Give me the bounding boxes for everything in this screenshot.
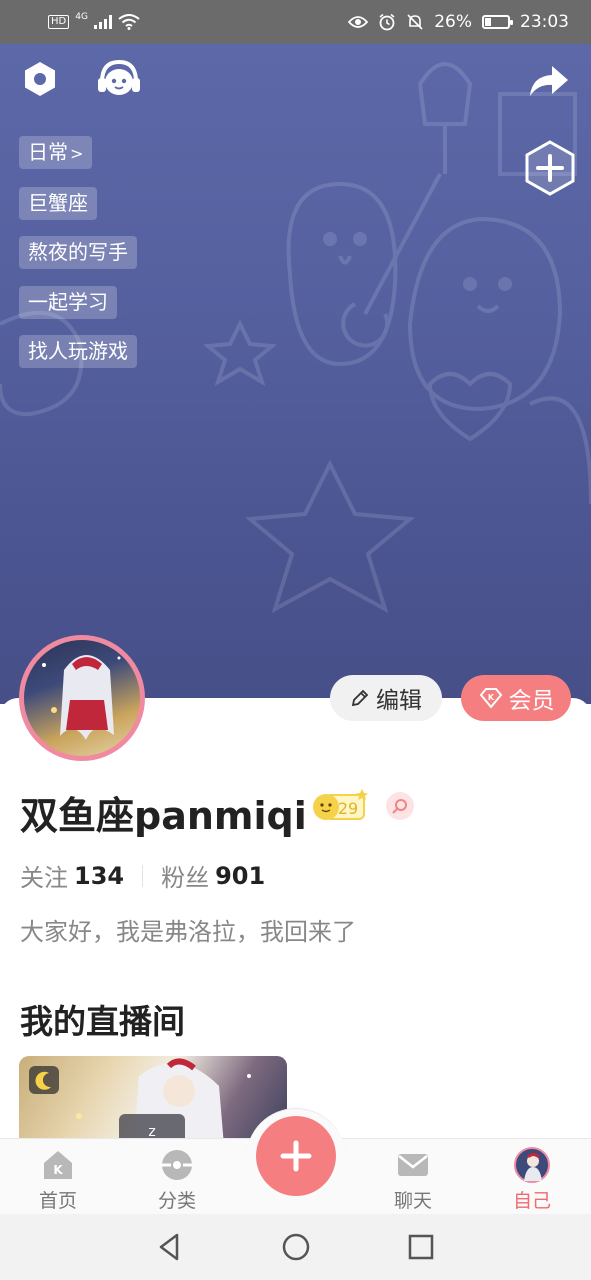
edit-label: 编辑 — [376, 688, 422, 714]
nav-category[interactable]: 分类 — [132, 1139, 222, 1215]
divider — [142, 864, 144, 887]
create-post-button[interactable] — [256, 1116, 336, 1196]
edit-profile-button[interactable]: 编辑 — [330, 675, 442, 721]
svg-text:K: K — [53, 1163, 63, 1177]
avatar-illustration — [42, 655, 121, 740]
followers-count[interactable]: 901 — [215, 862, 265, 890]
alarm-icon — [379, 13, 395, 31]
svg-text:K: K — [487, 693, 494, 702]
chevron-right-icon: > — [70, 144, 84, 163]
nav-label: 分类 — [157, 1190, 196, 1212]
vip-label: 会员 — [508, 688, 555, 714]
hd-indicator: HD — [48, 15, 70, 29]
tag-item[interactable]: 找人玩游戏 — [19, 335, 137, 368]
status-bar: HD 4G 26% 23:03 — [0, 0, 591, 44]
level-number: 29 — [338, 799, 358, 818]
tag-item[interactable]: 巨蟹座 — [19, 187, 97, 220]
following-count[interactable]: 134 — [74, 862, 124, 890]
nav-label: 自己 — [512, 1190, 551, 1212]
nav-chat[interactable]: 聊天 — [368, 1139, 458, 1215]
back-icon[interactable] — [155, 1232, 185, 1262]
network-type: 4G — [75, 12, 88, 22]
home-icon: K — [44, 1151, 72, 1179]
tag-item[interactable]: 日常 > — [19, 136, 93, 169]
level-badge: 29 — [313, 789, 368, 820]
nav-me[interactable]: 自己 — [487, 1139, 577, 1215]
wifi-icon — [118, 14, 140, 30]
share-arrow-icon[interactable] — [528, 64, 570, 98]
search-icon — [392, 799, 407, 814]
live-room-title: 我的直播间 — [20, 1002, 185, 1041]
signal-icon — [93, 15, 112, 29]
add-cover-icon[interactable] — [524, 140, 576, 196]
nav-label: 首页 — [38, 1190, 77, 1212]
nav-home[interactable]: K 首页 — [13, 1139, 103, 1215]
plus-icon — [280, 1140, 312, 1172]
tag-item[interactable]: 熬夜的写手 — [19, 236, 137, 269]
live-room-card[interactable]: z — [19, 1056, 287, 1146]
battery-percent: 26% — [434, 12, 472, 32]
tag-item[interactable]: 一起学习 — [19, 286, 117, 319]
avatar[interactable] — [19, 635, 145, 761]
clock: 23:03 — [520, 12, 569, 32]
search-badge[interactable] — [386, 792, 414, 820]
mute-bell-icon — [407, 14, 423, 30]
following-label[interactable]: 关注 — [20, 858, 68, 893]
system-nav-bar — [0, 1214, 591, 1280]
battery-icon — [482, 15, 513, 29]
settings-icon[interactable] — [22, 60, 58, 98]
live-room-thumbnail: z — [29, 1058, 251, 1146]
diamond-k-icon: K — [479, 688, 502, 709]
home-circle-icon[interactable] — [281, 1232, 311, 1262]
username: 双鱼座panmiqi — [20, 794, 307, 838]
avatar — [514, 1147, 550, 1183]
pencil-icon — [351, 689, 369, 707]
recents-icon[interactable] — [406, 1232, 436, 1262]
followers-label[interactable]: 粉丝 — [161, 858, 209, 893]
bio: 大家好，我是弗洛拉，我回来了 — [20, 918, 356, 946]
nav-label: 聊天 — [393, 1190, 432, 1212]
profile-cover[interactable]: 日常 > 巨蟹座 熬夜的写手 一起学习 找人玩游戏 — [0, 44, 591, 704]
headset-robot-icon[interactable] — [96, 58, 142, 100]
mail-icon — [398, 1154, 428, 1176]
vip-button[interactable]: K 会员 — [461, 675, 571, 721]
follow-stats: 关注 134 粉丝 901 — [20, 858, 265, 893]
category-icon — [162, 1150, 192, 1180]
eye-icon — [348, 16, 369, 28]
